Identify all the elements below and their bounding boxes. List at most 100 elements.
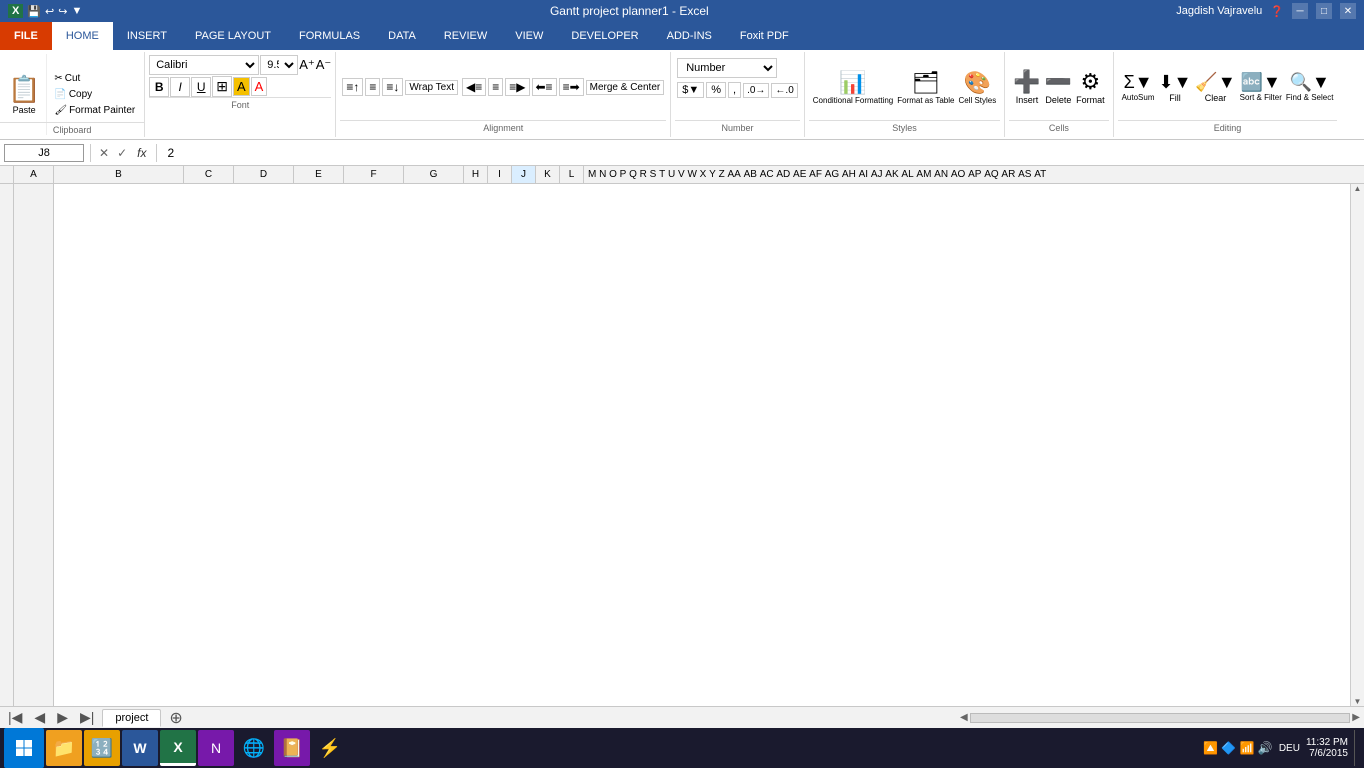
insert-cells-btn[interactable]: ➕ Insert (1013, 69, 1040, 105)
clear-btn[interactable]: 🧹▼ Clear (1195, 72, 1235, 103)
fill-color-btn[interactable]: A (233, 77, 250, 96)
close-btn[interactable]: ✕ (1340, 3, 1356, 19)
col-header-E[interactable]: E (294, 166, 344, 183)
matlab-btn[interactable]: 🔢 (84, 730, 120, 766)
tab-home[interactable]: HOME (52, 22, 113, 50)
format-table-btn[interactable]: 🗂 Format as Table (897, 70, 954, 105)
minimize-btn[interactable]: ─ (1292, 3, 1308, 19)
comma-btn[interactable]: , (728, 82, 741, 98)
font-size-select[interactable]: 9.5 (260, 55, 298, 75)
cut-button[interactable]: ✂Cut (51, 72, 138, 85)
restore-btn[interactable]: □ (1316, 3, 1332, 19)
sort-filter-btn[interactable]: 🔤▼ Sort & Filter (1240, 72, 1282, 102)
col-header-J[interactable]: J (512, 166, 536, 183)
font-label: Font (149, 97, 331, 112)
horizontal-scrollbar[interactable]: ◀ ▶ (960, 712, 1360, 723)
formula-input[interactable] (163, 144, 1360, 162)
add-sheet-btn[interactable]: ⊕ (165, 708, 186, 728)
col-header-B[interactable]: B (54, 166, 184, 183)
cell-reference-box[interactable] (4, 144, 84, 162)
editing-label: Editing (1118, 120, 1338, 135)
border-btn[interactable]: ⊞ (212, 76, 232, 97)
quick-access-save[interactable]: 💾 (27, 5, 41, 18)
tab-add-ins[interactable]: ADD-INS (653, 22, 726, 50)
indent-dec-btn[interactable]: ⬅≡ (532, 78, 557, 96)
align-top-btn[interactable]: ≡↑ (342, 78, 363, 96)
start-button[interactable] (4, 728, 44, 768)
col-header-L[interactable]: L (560, 166, 584, 183)
col-header-D[interactable]: D (234, 166, 294, 183)
indent-inc-btn[interactable]: ≡➡ (559, 78, 584, 96)
number-format-select[interactable]: Number General Currency Percentage (677, 58, 777, 78)
sheet-tab-project[interactable]: project (102, 709, 161, 727)
tab-view[interactable]: VIEW (501, 22, 557, 50)
onenote-btn[interactable]: N (198, 730, 234, 766)
word-btn[interactable]: W (122, 730, 158, 766)
col-header-A[interactable]: A (14, 166, 54, 183)
sheet-nav-first[interactable]: |◀ (4, 709, 26, 726)
vertical-scrollbar[interactable]: ▲ ▼ (1350, 184, 1364, 706)
col-header-G[interactable]: G (404, 166, 464, 183)
title-bar-left: X 💾 ↩ ↪ ▼ (8, 4, 82, 18)
col-header-K[interactable]: K (536, 166, 560, 183)
tab-insert[interactable]: INSERT (113, 22, 181, 50)
quick-access-more[interactable]: ▼ (71, 5, 82, 17)
wrap-text-btn[interactable]: Wrap Text (405, 80, 458, 95)
user-name: Jagdish Vajravelu (1176, 5, 1262, 17)
cancel-formula-btn[interactable]: ✕ (97, 144, 111, 162)
align-right-btn[interactable]: ≡▶ (505, 78, 529, 96)
dollar-btn[interactable]: $▼ (677, 82, 704, 98)
align-center-btn[interactable]: ≡ (488, 78, 503, 96)
increase-font-btn[interactable]: A⁺ (299, 57, 315, 73)
fill-btn[interactable]: ⬇▼ Fill (1159, 72, 1192, 103)
tab-foxit-pdf[interactable]: Foxit PDF (726, 22, 803, 50)
col-header-I[interactable]: I (488, 166, 512, 183)
show-desktop-btn[interactable] (1354, 730, 1360, 766)
font-name-select[interactable]: Calibri (149, 55, 259, 75)
quick-access-undo[interactable]: ↩ (45, 5, 54, 18)
col-header-C[interactable]: C (184, 166, 234, 183)
delete-cells-btn[interactable]: ➖ Delete (1045, 69, 1072, 105)
decimal-inc-btn[interactable]: .0→ (743, 83, 769, 98)
font-top-row: Calibri 9.5 A⁺ A⁻ (149, 54, 331, 76)
find-select-btn[interactable]: 🔍▼ Find & Select (1286, 72, 1334, 102)
decimal-dec-btn[interactable]: ←.0 (771, 83, 797, 98)
tab-formulas[interactable]: FORMULAS (285, 22, 374, 50)
merge-center-btn[interactable]: Merge & Center (586, 80, 665, 95)
ribbon-tabs: FILE HOME INSERT PAGE LAYOUT FORMULAS DA… (0, 22, 1364, 50)
tab-developer[interactable]: DEVELOPER (557, 22, 652, 50)
onenote2-btn[interactable]: 📔 (274, 730, 310, 766)
col-header-F[interactable]: F (344, 166, 404, 183)
align-bot-btn[interactable]: ≡↓ (382, 78, 403, 96)
excel-taskbar-btn[interactable]: X (160, 730, 196, 766)
tab-file[interactable]: FILE (0, 22, 52, 50)
tab-review[interactable]: REVIEW (430, 22, 501, 50)
underline-button[interactable]: U (191, 77, 211, 97)
chrome-btn[interactable]: 🌐 (236, 730, 272, 766)
percent-btn[interactable]: % (706, 82, 726, 98)
sheet-nav-prev[interactable]: ◀ (30, 709, 49, 726)
font-color-btn[interactable]: A (251, 77, 268, 96)
sheet-nav-next[interactable]: ▶ (53, 709, 72, 726)
format-cells-btn[interactable]: ⚙ Format (1076, 69, 1105, 105)
align-left-btn[interactable]: ◀≡ (462, 78, 486, 96)
insert-function-btn[interactable]: fx (133, 146, 150, 160)
app-btn[interactable]: ⚡ (312, 730, 348, 766)
autosum-btn[interactable]: Σ▼ AutoSum (1122, 72, 1155, 102)
confirm-formula-btn[interactable]: ✓ (115, 144, 129, 162)
file-explorer-btn[interactable]: 📁 (46, 730, 82, 766)
cell-styles-btn[interactable]: 🎨 Cell Styles (958, 70, 996, 105)
quick-access-redo[interactable]: ↪ (58, 5, 67, 18)
sheet-nav-last[interactable]: ▶| (76, 709, 98, 726)
align-mid-btn[interactable]: ≡ (365, 78, 380, 96)
conditional-formatting-btn[interactable]: 📊 Conditional Formatting (813, 70, 893, 105)
decrease-font-btn[interactable]: A⁻ (316, 57, 332, 73)
tab-data[interactable]: DATA (374, 22, 430, 50)
italic-button[interactable]: I (170, 77, 190, 97)
bold-button[interactable]: B (149, 77, 169, 97)
format-painter-button[interactable]: 🖌Format Painter (51, 104, 138, 117)
col-header-H[interactable]: H (464, 166, 488, 183)
help-btn[interactable]: ❓ (1270, 5, 1284, 18)
copy-button[interactable]: 📄Copy (51, 88, 138, 101)
tab-page-layout[interactable]: PAGE LAYOUT (181, 22, 285, 50)
